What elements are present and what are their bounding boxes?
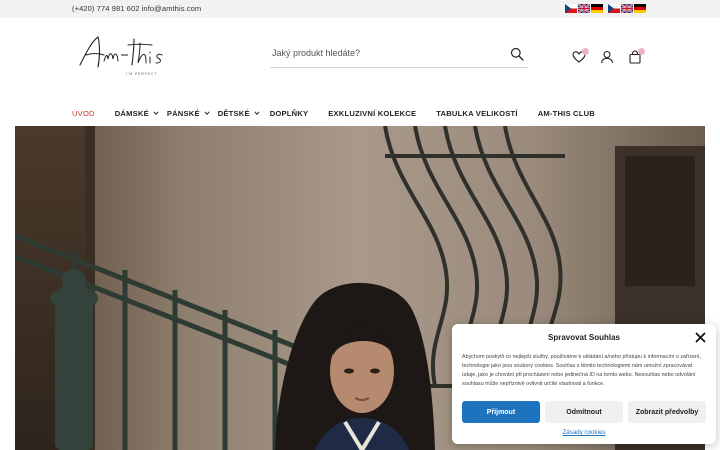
nav-item-tabulka-velikosti[interactable]: TABULKA VELIKOSTÍ xyxy=(436,109,517,118)
cookie-consent-dialog: Spravovat Souhlas Abychom poskytli co ne… xyxy=(452,324,716,444)
main-navigation: ÚVOD DÁMSKÉ PÁNSKÉ DĚTSKÉ DOPLŇKY EXKLUZ… xyxy=(72,106,595,120)
nav-item-uvod[interactable]: ÚVOD xyxy=(72,109,95,118)
nav-item-label: ÚVOD xyxy=(72,108,95,118)
nav-item-doplnky[interactable]: DOPLŇKY xyxy=(270,109,309,118)
header-actions xyxy=(572,48,645,64)
nav-item-label: DÁMSKÉ xyxy=(114,108,149,118)
wishlist-button[interactable] xyxy=(572,48,589,64)
nav-item-label: EXKLUZIVNÍ KOLEKCE xyxy=(328,108,417,118)
nav-item-detske[interactable]: DĚTSKÉ xyxy=(218,109,260,118)
flag-germany-icon[interactable] xyxy=(634,4,646,13)
flag-uk-icon[interactable] xyxy=(578,4,590,13)
accept-cookies-button[interactable]: Přijmout xyxy=(462,401,540,423)
account-button[interactable] xyxy=(600,50,614,64)
nav-item-am-this-club[interactable]: AM-THIS CLUB xyxy=(538,109,595,118)
chevron-down-icon xyxy=(204,111,210,115)
search-input[interactable] xyxy=(272,48,492,58)
nav-item-label: DOPLŇKY xyxy=(269,108,309,118)
search-icon[interactable] xyxy=(510,47,524,61)
flag-uk-icon[interactable] xyxy=(621,4,633,13)
chevron-down-icon xyxy=(254,111,260,115)
svg-text:I'M PERFECT: I'M PERFECT xyxy=(126,72,157,76)
flag-germany-icon[interactable] xyxy=(591,4,603,13)
language-switcher-secondary xyxy=(608,4,646,13)
language-switcher xyxy=(565,4,603,13)
contact-info[interactable]: (+420) 774 981 602 info@amthis.com xyxy=(72,4,201,13)
flag-czech-icon[interactable] xyxy=(565,4,577,13)
nav-item-exkluzivni-kolekce[interactable]: EXKLUZIVNÍ KOLEKCE xyxy=(328,109,416,118)
user-icon xyxy=(600,50,614,64)
nav-item-damske[interactable]: DÁMSKÉ xyxy=(115,109,159,118)
cookie-policy-link[interactable]: Zásady cookies xyxy=(452,429,716,436)
top-bar: (+420) 774 981 602 info@amthis.com xyxy=(0,0,720,18)
nav-item-label: TABULKA VELIKOSTÍ xyxy=(436,108,518,118)
nav-item-label: AM-THIS CLUB xyxy=(537,108,595,118)
cart-count-badge xyxy=(638,48,645,55)
wishlist-count-badge xyxy=(582,48,589,55)
cookie-dialog-title: Spravovat Souhlas xyxy=(547,333,621,342)
nav-item-label: DĚTSKÉ xyxy=(217,108,250,118)
deny-cookies-button[interactable]: Odmítnout xyxy=(545,401,623,423)
close-icon[interactable] xyxy=(695,332,706,343)
cookie-preferences-button[interactable]: Zobrazit předvolby xyxy=(628,401,706,423)
cart-button[interactable] xyxy=(628,48,645,64)
nav-item-label: PÁNSKÉ xyxy=(166,108,200,118)
nav-item-panske[interactable]: PÁNSKÉ xyxy=(167,109,210,118)
site-logo[interactable]: I'M PERFECT xyxy=(76,31,186,77)
flag-czech-icon[interactable] xyxy=(608,4,620,13)
chevron-down-icon xyxy=(153,111,159,115)
cookie-dialog-text: Abychom poskytli co nejlepší služby, pou… xyxy=(462,354,702,387)
search-bar xyxy=(270,44,528,68)
